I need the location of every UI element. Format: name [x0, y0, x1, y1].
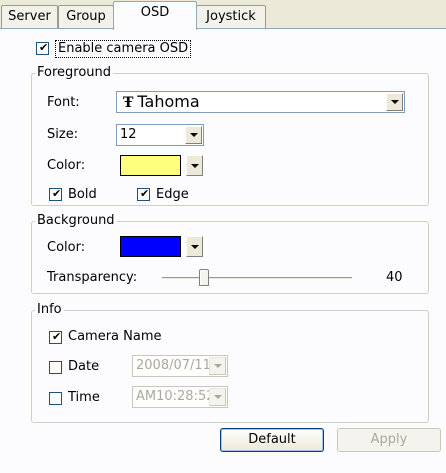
bold-checkbox[interactable]: ✔: [49, 187, 62, 201]
date-select-value: 2008/07/11: [136, 358, 211, 373]
edge-label: Edge: [156, 187, 189, 202]
camera-name-label: Camera Name: [68, 329, 162, 344]
enable-osd-label[interactable]: Enable camera OSD: [55, 40, 192, 58]
transparency-slider-thumb[interactable]: [198, 269, 209, 286]
background-group: Background Color: Transparency: 40: [31, 213, 429, 294]
time-select-value: AM10:28:52: [136, 389, 215, 404]
fg-color-dropdown-button[interactable]: [186, 155, 203, 176]
font-label: Font:: [47, 95, 80, 110]
date-label: Date: [68, 359, 100, 374]
chevron-down-icon: [390, 100, 399, 104]
enable-osd-checkbox[interactable]: ✔: [36, 41, 49, 55]
background-legend: Background: [35, 213, 117, 229]
fg-color-label: Color:: [47, 158, 86, 173]
chevron-down-icon: [213, 395, 222, 399]
tab-group[interactable]: Group: [58, 5, 114, 29]
tab-server[interactable]: Server: [1, 5, 58, 29]
date-checkbox[interactable]: [49, 361, 62, 374]
bg-color-swatch[interactable]: [120, 236, 181, 257]
fg-color-swatch[interactable]: [120, 155, 181, 176]
edge-checkbox[interactable]: ✔: [137, 187, 150, 201]
size-label: Size:: [47, 127, 79, 142]
checkmark-icon: ✔: [39, 41, 49, 54]
time-label: Time: [68, 390, 100, 405]
bg-color-dropdown-button[interactable]: [186, 236, 203, 257]
foreground-group: Foreground Font: Ŧ Tahoma Size: 12 Color:…: [31, 65, 429, 206]
checkmark-icon: ✔: [52, 330, 62, 343]
font-select-value: Ŧ Tahoma: [123, 93, 200, 112]
time-checkbox[interactable]: [49, 392, 62, 405]
foreground-legend: Foreground: [35, 65, 114, 81]
camera-name-checkbox[interactable]: ✔: [49, 330, 62, 344]
apply-button[interactable]: Apply: [337, 428, 441, 452]
size-select[interactable]: 12: [116, 124, 204, 146]
time-dropdown-button[interactable]: [209, 388, 226, 406]
fg-color-dropdown[interactable]: [185, 155, 203, 176]
date-dropdown-button[interactable]: [209, 357, 226, 375]
tab-joystick[interactable]: Joystick: [196, 5, 266, 29]
tab-strip: Server Group OSD Joystick: [0, 0, 446, 30]
date-select[interactable]: 2008/07/11: [132, 355, 228, 377]
chevron-down-icon: [190, 163, 199, 168]
chevron-down-icon: [189, 133, 198, 137]
chevron-down-icon: [213, 364, 222, 368]
transparency-value: 40: [386, 270, 403, 285]
size-select-value: 12: [120, 127, 137, 142]
osd-panel: ✔ Enable camera OSD Foreground Font: Ŧ Ta…: [0, 28, 446, 473]
bold-label: Bold: [68, 187, 97, 202]
time-select[interactable]: AM10:28:52: [132, 386, 228, 408]
tab-osd[interactable]: OSD: [113, 1, 197, 30]
font-name: Tahoma: [137, 92, 200, 111]
transparency-label: Transparency:: [47, 270, 138, 285]
default-button[interactable]: Default: [220, 428, 324, 452]
truetype-font-icon: Ŧ: [123, 95, 134, 111]
info-group: Info ✔ Camera Name Date 2008/07/11 Time …: [31, 302, 429, 423]
font-dropdown-button[interactable]: [386, 93, 403, 111]
font-select[interactable]: Ŧ Tahoma: [116, 91, 405, 113]
size-dropdown-button[interactable]: [185, 126, 202, 144]
chevron-down-icon: [190, 244, 199, 249]
info-legend: Info: [35, 302, 64, 318]
bg-color-dropdown[interactable]: [185, 236, 203, 257]
checkmark-icon: ✔: [52, 187, 62, 200]
transparency-slider-track[interactable]: [162, 269, 352, 286]
bg-color-label: Color:: [47, 240, 86, 255]
checkmark-icon: ✔: [140, 187, 150, 200]
